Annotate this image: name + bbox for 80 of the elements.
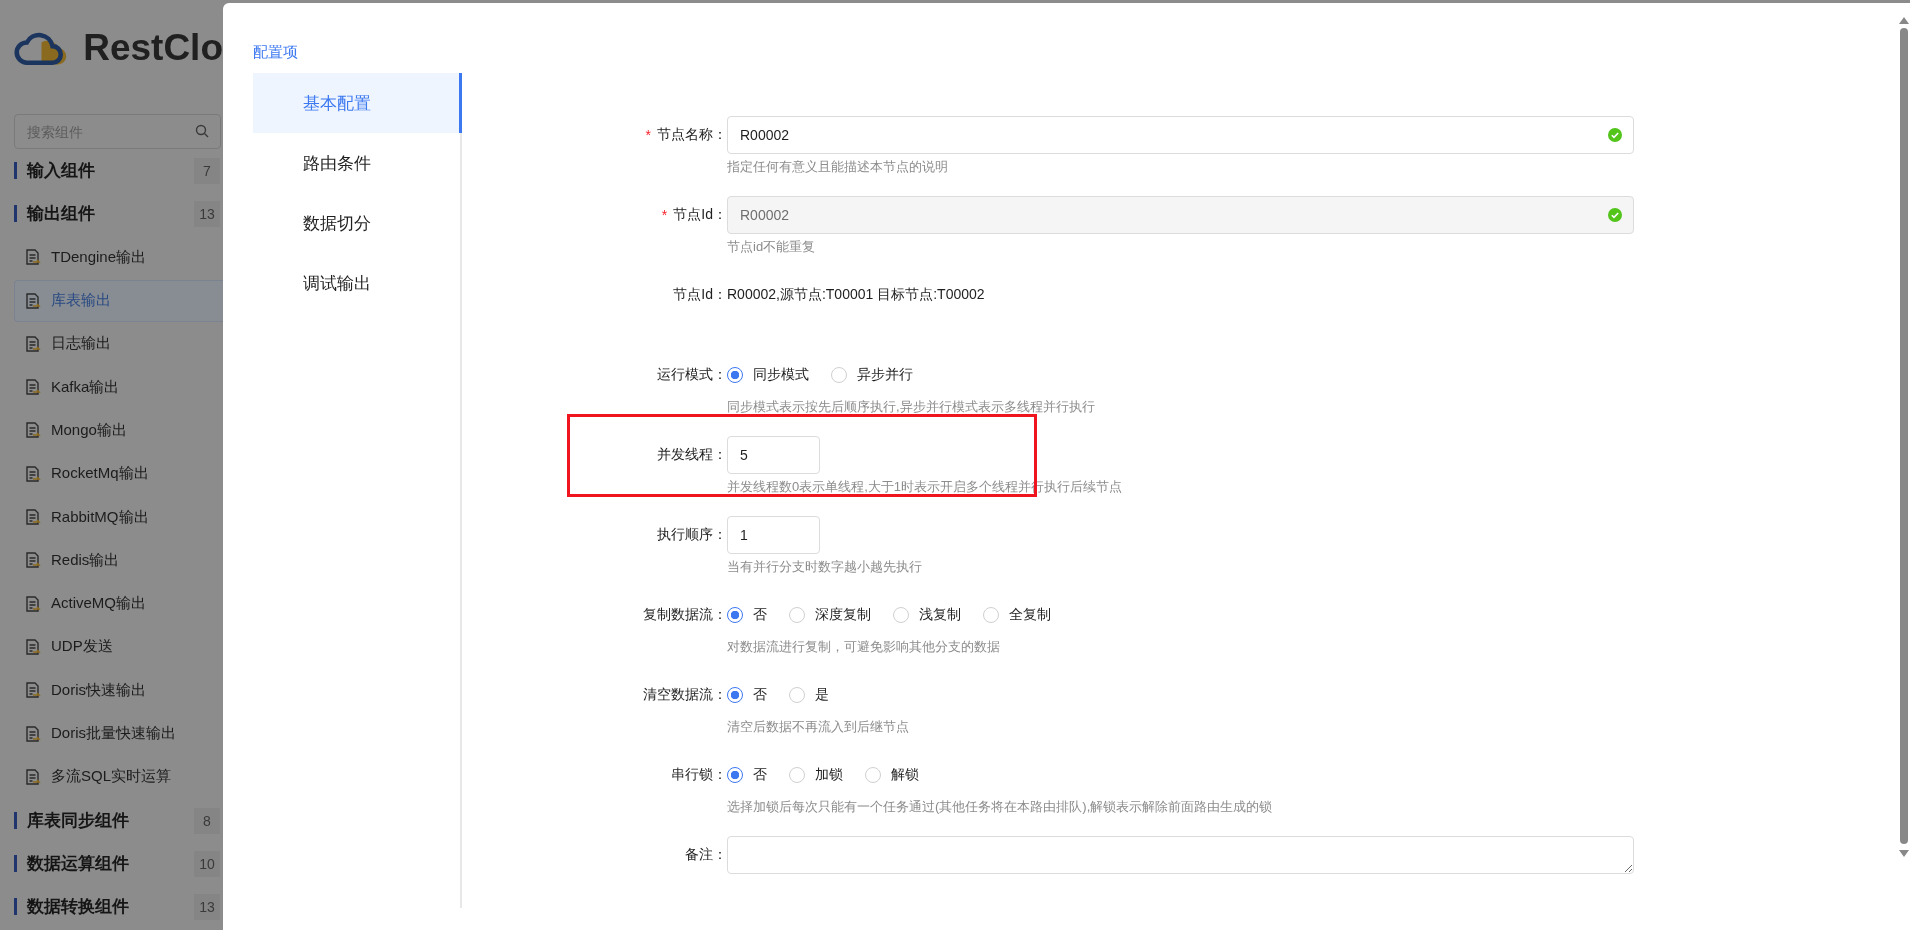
radio-option[interactable]: 全复制 [983, 606, 1051, 624]
group-title[interactable]: 数据运算组件 [27, 852, 194, 876]
count-badge: 13 [194, 893, 220, 920]
field-hint: 当有并行分支时数字越小越先执行 [727, 558, 923, 576]
field-label: 节点名称： [657, 126, 727, 144]
search-icon [195, 124, 209, 138]
nav-tab[interactable]: 调试输出 [253, 253, 462, 313]
component-item[interactable]: 日志输出 [14, 322, 223, 365]
field-label: 运行模式： [657, 366, 727, 384]
field-hint: 指定任何有意义且能描述本节点的说明 [727, 158, 949, 176]
radio-option[interactable]: 异步并行 [831, 366, 913, 384]
number-field[interactable]: 5 [727, 436, 820, 474]
component-item[interactable]: 多流SQL实时运算 [14, 755, 223, 798]
radio-option[interactable]: 深度复制 [789, 606, 871, 624]
radio-option[interactable]: 否 [727, 606, 767, 624]
nav-tab[interactable]: 基本配置 [253, 73, 462, 133]
document-icon [23, 291, 41, 310]
nav-tab[interactable]: 路由条件 [253, 133, 462, 193]
document-icon [23, 378, 41, 397]
field-hint: 节点id不能重复 [727, 238, 817, 256]
nav-tab[interactable]: 数据切分 [253, 193, 462, 253]
text-field[interactable]: R00002 [727, 116, 1634, 154]
radio-option[interactable]: 浅复制 [893, 606, 961, 624]
document-icon [23, 681, 41, 700]
radio-option[interactable]: 否 [727, 686, 767, 704]
field-label: 节点Id： [673, 206, 727, 224]
count-badge: 8 [194, 807, 220, 834]
component-item[interactable]: TDengine输出 [14, 236, 223, 279]
document-icon [23, 767, 41, 786]
component-item[interactable]: Redis输出 [14, 539, 223, 582]
component-item[interactable]: RabbitMQ输出 [14, 496, 223, 539]
group-title[interactable]: 数据转换组件 [27, 895, 194, 919]
radio-option[interactable]: 同步模式 [727, 366, 809, 384]
count-badge: 10 [194, 850, 220, 877]
field-label: 备注： [685, 846, 727, 864]
document-icon [23, 724, 41, 743]
field-label: 清空数据流： [643, 686, 727, 704]
number-field[interactable]: 1 [727, 516, 820, 554]
document-icon [23, 508, 41, 527]
component-item[interactable]: Mongo输出 [14, 409, 223, 452]
document-icon [23, 594, 41, 613]
required-mark: * [661, 207, 668, 223]
scroll-up-icon[interactable] [1898, 17, 1909, 24]
notes-field[interactable] [727, 836, 1634, 874]
component-item[interactable]: Kafka输出 [14, 366, 223, 409]
group-title[interactable]: 输出组件 [27, 202, 194, 225]
field-label: 复制数据流： [643, 606, 727, 624]
document-icon [23, 551, 41, 570]
component-item[interactable]: RocketMq输出 [14, 452, 223, 495]
field-hint: 对数据流进行复制，可避免影响其他分支的数据 [727, 638, 1001, 656]
radio-option[interactable]: 加锁 [789, 766, 843, 784]
section-title: 配置项 [253, 43, 299, 62]
count-badge: 13 [194, 200, 220, 227]
required-mark: * [645, 127, 651, 143]
component-item[interactable]: UDP发送 [14, 625, 223, 668]
component-item[interactable]: Doris快速输出 [14, 669, 223, 712]
field-label: 串行锁： [671, 766, 727, 784]
document-icon [23, 464, 41, 483]
count-badge: 7 [194, 157, 220, 184]
radio-option[interactable]: 解锁 [865, 766, 919, 784]
radio-option[interactable]: 是 [789, 686, 829, 704]
field-label: 执行顺序： [657, 526, 727, 544]
document-icon [23, 334, 41, 353]
group-title[interactable]: 库表同步组件 [27, 809, 194, 833]
scroll-down-icon[interactable] [1898, 850, 1909, 857]
field-label: 并发线程： [657, 446, 727, 464]
component-item[interactable]: Doris批量快速输出 [14, 712, 223, 755]
group-title[interactable]: 输入组件 [27, 159, 194, 182]
field-hint: 清空后数据不再流入到后继节点 [727, 718, 910, 736]
scrollbar-thumb[interactable] [1899, 28, 1908, 844]
document-icon [23, 637, 41, 656]
logo-text: RestClo [83, 27, 223, 69]
radio-option[interactable]: 否 [727, 766, 767, 784]
field-label: 节点Id： [673, 286, 727, 304]
node-info-text: R00002,源节点:T00001 目标节点:T00002 [727, 285, 986, 304]
component-item[interactable]: ActiveMQ输出 [14, 582, 223, 625]
field-hint: 同步模式表示按先后顺序执行,异步并行模式表示多线程并行执行 [727, 398, 1096, 416]
field-hint: 选择加锁后每次只能有一个任务通过(其他任务将在本路由排队),解锁表示解除前面路由生成的锁 [727, 798, 1274, 816]
document-icon [23, 248, 41, 267]
document-icon [23, 421, 41, 440]
